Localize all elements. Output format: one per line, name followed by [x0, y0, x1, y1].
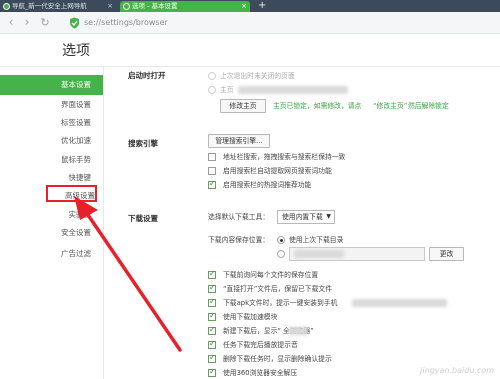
- forward-icon[interactable]: ›: [20, 16, 34, 30]
- download-tool-value: 使用内置下载: [282, 213, 323, 221]
- close-tab-icon[interactable]: ×: [241, 1, 247, 12]
- safe-unzip-checkbox[interactable]: [208, 367, 216, 377]
- sidebar-item-optimize[interactable]: 优化加速: [0, 131, 103, 151]
- settings-favicon-icon: [123, 3, 130, 10]
- delete-confirm-label: 删除下载任务时，显示删除确认提示: [223, 355, 332, 363]
- download-tool-label: 选择默认下载工具：: [208, 213, 270, 221]
- site-favicon-icon: [3, 3, 10, 10]
- tab-label: 选项 - 基本设置: [132, 2, 178, 10]
- close-tab-icon[interactable]: ×: [107, 1, 113, 12]
- modify-homepage-button[interactable]: 修改主页: [220, 99, 266, 113]
- ask-save-location-checkbox[interactable]: [208, 269, 216, 279]
- tab-navigation[interactable]: 导航_新一代安全上网导航 ×: [0, 1, 116, 12]
- search-hotwords-checkbox[interactable]: [208, 179, 216, 189]
- apk-prompt-redacted: [352, 299, 447, 307]
- annotation-highlight-box: [46, 185, 97, 202]
- download-acceleration-label: 使用下载加速模块: [223, 313, 278, 321]
- search-section-title: 搜索引擎: [128, 139, 158, 148]
- tab-label: 导航_新一代安全上网导航: [12, 2, 87, 10]
- download-custom-dir-radio[interactable]: [277, 250, 285, 258]
- completion-sound-checkbox[interactable]: [208, 339, 216, 349]
- sidebar-item-interface[interactable]: 界面设置: [0, 95, 103, 115]
- download-location-label: 下载内容保存位置：: [208, 236, 270, 244]
- sidebar-item-lab[interactable]: 实验室: [0, 205, 103, 225]
- page-title: 选项: [62, 43, 90, 59]
- homepage-lock-link[interactable]: “修改主页”: [373, 101, 407, 111]
- download-last-dir-radio[interactable]: [277, 236, 285, 244]
- reload-icon[interactable]: ↻: [38, 16, 52, 30]
- ask-save-location-label: 下载前询问每个文件的保存位置: [223, 271, 319, 279]
- download-tool-select[interactable]: 使用内置下载 ▼: [277, 210, 335, 224]
- show-after-new-download-checkbox[interactable]: [208, 325, 216, 335]
- tab-bar: 导航_新一代安全上网导航 × 选项 - 基本设置 × +: [0, 0, 500, 12]
- browser-name-redacted: [288, 327, 308, 335]
- change-download-dir-button[interactable]: 更改: [429, 247, 464, 261]
- manage-search-engines-button[interactable]: 管理搜索引擎...: [208, 134, 270, 148]
- url-field[interactable]: se://settings/browser: [84, 16, 168, 30]
- security-shield-icon: [70, 17, 79, 29]
- completion-sound-label: 任务下载完后播放提示音: [223, 341, 298, 349]
- startup-last-session-label: 上次退出时未关闭的页面: [220, 72, 295, 80]
- keep-opened-files-checkbox[interactable]: [208, 283, 216, 293]
- chevron-down-icon: ▼: [326, 213, 331, 220]
- settings-sidebar: 基本设置 界面设置 标签设置 优化加速 鼠标手势 快捷键 高级设置 实验室 安全…: [0, 67, 104, 379]
- tab-settings[interactable]: 选项 - 基本设置 ×: [120, 1, 250, 12]
- startup-section-title: 启动时打开: [128, 71, 166, 80]
- new-tab-button[interactable]: +: [258, 0, 266, 11]
- safe-unzip-label: 使用360浏览器安全解压: [223, 369, 298, 377]
- startup-home-radio[interactable]: [208, 86, 216, 94]
- download-section-title: 下载设置: [128, 214, 158, 223]
- sidebar-item-tabs[interactable]: 标签设置: [0, 113, 103, 133]
- apk-install-prompt-label: 下载apk文件时，提示一键安装到手机: [223, 299, 338, 307]
- sidebar-item-basic[interactable]: 基本设置: [0, 75, 103, 95]
- delete-confirm-checkbox[interactable]: [208, 353, 216, 363]
- watermark-logo: jingyan.baidu.com: [420, 366, 494, 375]
- search-sync-checkbox[interactable]: [208, 153, 216, 161]
- homepage-lock-note: 主页已锁定，如需修改，请点: [273, 102, 362, 110]
- sidebar-item-mouse-gestures[interactable]: 鼠标手势: [0, 150, 103, 170]
- sidebar-item-security[interactable]: 安全设置: [0, 223, 103, 243]
- download-last-dir-label: 使用上次下载目录: [289, 236, 344, 244]
- homepage-lock-note-end: 然后解除锁定: [408, 102, 449, 110]
- startup-last-session-radio[interactable]: [208, 72, 216, 80]
- search-extract-checkbox[interactable]: [208, 167, 216, 175]
- search-hotwords-label: 启用搜索栏的热搜词推荐功能: [223, 181, 312, 189]
- search-extract-label: 启用搜索栏自动提取网页搜索词功能: [223, 167, 332, 175]
- homepage-url-redacted: [238, 86, 348, 94]
- download-acceleration-checkbox[interactable]: [208, 311, 216, 321]
- download-path-redacted: [294, 250, 344, 258]
- startup-home-label: 主页: [220, 86, 234, 94]
- sidebar-item-adblock[interactable]: 广告过滤: [0, 244, 103, 264]
- back-icon[interactable]: ‹: [4, 16, 18, 30]
- search-sync-label: 地址栏搜索，拖拽搜索与搜索栏保持一致: [223, 153, 346, 161]
- apk-install-prompt-checkbox[interactable]: [208, 297, 216, 307]
- address-bar: ‹ › ↻ se://settings/browser: [0, 12, 500, 34]
- keep-opened-files-label: “直接打开”文件后，保留已下载文件: [223, 285, 332, 293]
